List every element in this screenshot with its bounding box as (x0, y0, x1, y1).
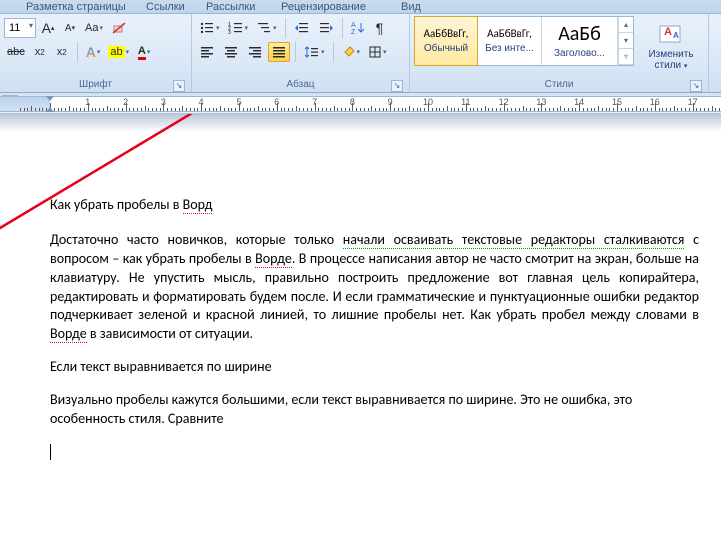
shading-button[interactable]: ▾ (339, 42, 364, 62)
style-item-heading1[interactable]: АаБб Заголово... (542, 17, 618, 65)
styles-gallery-scroll[interactable]: ▴▾▿ (618, 17, 633, 65)
style-item-normal[interactable]: АаБбВвГг, Обычный (414, 16, 478, 66)
highlight-button[interactable]: ab▾ (105, 42, 132, 62)
svg-text:Z: Z (351, 29, 356, 35)
tab-review[interactable]: Рецензирование (275, 1, 372, 14)
svg-text:A: A (664, 26, 672, 38)
sort-button[interactable]: AZ (348, 18, 368, 38)
align-left-button[interactable] (196, 42, 218, 62)
font-size-combo[interactable]: 11 (4, 18, 36, 38)
font-size-value: 11 (9, 22, 20, 34)
text-cursor (50, 444, 51, 460)
align-right-button[interactable] (244, 42, 266, 62)
font-color-button[interactable]: A▾ (134, 42, 154, 62)
doc-paragraph-1: Достаточно часто новичков, которые тольк… (50, 231, 699, 344)
ribbon: 11 A▴ A▾ Aa▾ abc x2 x2 A▾ ab▾ (0, 14, 721, 93)
ribbon-tab-strip: Разметка страницы Ссылки Рассылки Реценз… (0, 0, 721, 14)
group-editing-clipped (709, 14, 721, 92)
multilevel-list-button[interactable]: ▾ (253, 18, 280, 38)
styles-gallery[interactable]: АаБбВвГг, Обычный АаБбВвГг, Без инте... … (414, 16, 634, 66)
document-body[interactable]: Как убрать пробелы в Ворд Достаточно час… (50, 196, 699, 476)
tab-mailings[interactable]: Рассылки (200, 1, 261, 14)
bullets-button[interactable]: ▾ (196, 18, 223, 38)
group-paragraph: ▾ 123▾ ▾ AZ ¶ (192, 14, 410, 92)
doc-paragraph-3: Визуально пробелы кажутся большими, если… (50, 391, 699, 429)
font-dialog-launcher[interactable]: ↘ (173, 80, 185, 92)
document-area[interactable]: Как убрать пробелы в Ворд Достаточно час… (0, 114, 721, 533)
styles-dialog-launcher[interactable]: ↘ (690, 80, 702, 92)
text-effects-button[interactable]: A▾ (83, 42, 104, 62)
svg-text:A: A (673, 31, 679, 40)
tab-references[interactable]: Ссылки (140, 1, 191, 14)
line-spacing-button[interactable]: ▾ (301, 42, 328, 62)
justify-button[interactable] (268, 42, 290, 62)
show-paragraph-marks-button[interactable]: ¶ (370, 18, 390, 38)
grow-font-button[interactable]: A▴ (38, 18, 58, 38)
group-styles-label: Стили ↘ (414, 78, 704, 92)
change-styles-button[interactable]: A A Изменить стили ▾ (640, 16, 702, 78)
style-item-no-spacing[interactable]: АаБбВвГг, Без инте... (478, 17, 542, 65)
subscript-button[interactable]: x2 (30, 42, 50, 62)
align-center-button[interactable] (220, 42, 242, 62)
horizontal-ruler[interactable]: 1234567891011121314151617 (0, 93, 721, 114)
shrink-font-button[interactable]: A▾ (60, 18, 80, 38)
tab-view[interactable]: Вид (395, 1, 427, 14)
strikethrough-button[interactable]: abc (4, 42, 28, 62)
svg-text:A: A (351, 22, 356, 29)
page-top-edge (0, 114, 721, 132)
increase-indent-button[interactable] (315, 18, 337, 38)
svg-text:3: 3 (228, 30, 231, 35)
group-font: 11 A▴ A▾ Aa▾ abc x2 x2 A▾ ab▾ (0, 14, 192, 92)
decrease-indent-button[interactable] (291, 18, 313, 38)
numbering-button[interactable]: 123▾ (225, 18, 252, 38)
borders-button[interactable]: ▾ (365, 42, 390, 62)
group-font-label: Шрифт ↘ (4, 78, 187, 92)
superscript-button[interactable]: x2 (52, 42, 72, 62)
doc-cursor-line (50, 443, 699, 462)
doc-paragraph-2: Если текст выравнивается по ширине (50, 358, 699, 377)
change-case-button[interactable]: Aa▾ (82, 18, 106, 38)
tab-page-layout[interactable]: Разметка страницы (20, 1, 132, 14)
group-paragraph-label: Абзац ↘ (196, 78, 405, 92)
group-styles: АаБбВвГг, Обычный АаБбВвГг, Без инте... … (410, 14, 709, 92)
clear-formatting-button[interactable] (108, 18, 130, 38)
paragraph-dialog-launcher[interactable]: ↘ (391, 80, 403, 92)
doc-heading: Как убрать пробелы в Ворд (50, 196, 699, 215)
